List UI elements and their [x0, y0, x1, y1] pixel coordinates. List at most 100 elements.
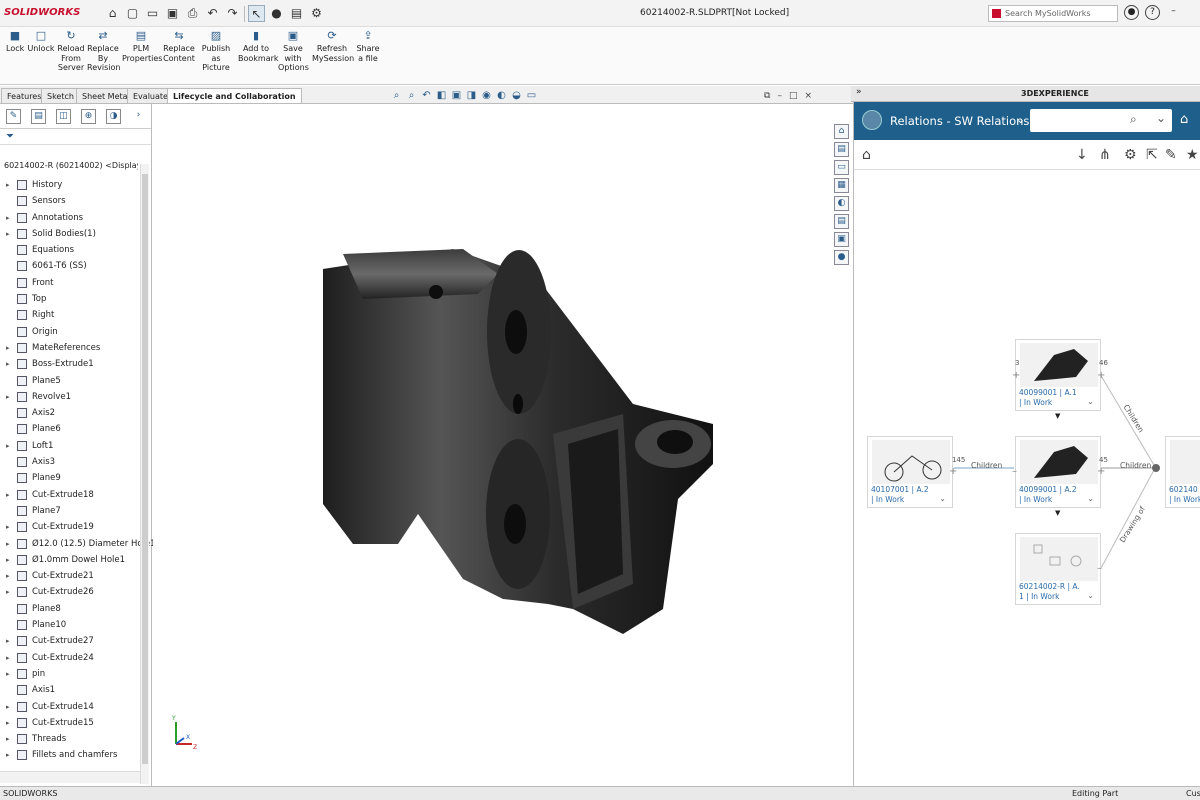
share-a-file-button[interactable]: ⇪ Share a file — [355, 30, 381, 63]
tree-item[interactable]: ▸ Solid Bodies(1) — [0, 226, 140, 242]
tree-item[interactable]: ▸ Annotations — [0, 210, 140, 226]
maximize-icon[interactable]: □ — [789, 91, 798, 101]
new-document-icon[interactable]: ▢ — [124, 5, 141, 22]
tree-item[interactable]: Plane8 — [0, 601, 140, 617]
relation-node[interactable]: 40099001 | A.2 | In Work ⌄ — [1015, 436, 1101, 508]
minimize-window-icon[interactable]: – — [777, 91, 782, 101]
node-name[interactable]: 602140 — [1169, 485, 1198, 494]
previous-view-icon[interactable]: ↶ — [420, 90, 433, 102]
user-account-icon[interactable]: ● — [1124, 5, 1139, 20]
expand-arrow-icon[interactable]: ▸ — [6, 210, 10, 226]
tree-item[interactable]: ▸ Threads — [0, 731, 140, 747]
add-to-bookmark-button[interactable]: ▮ Add to Bookmark — [238, 30, 279, 63]
tree-item[interactable]: Origin — [0, 324, 140, 340]
expand-arrow-icon[interactable]: ▸ — [6, 699, 10, 715]
tree-item[interactable]: ▸ Cut-Extrude27 — [0, 633, 140, 649]
undo-icon[interactable]: ↶ — [204, 5, 221, 22]
expand-arrow-icon[interactable]: ▸ — [6, 519, 10, 535]
chevron-down-icon[interactable]: ⌄ — [1087, 397, 1094, 406]
show-more-icon[interactable]: ▼ — [1055, 412, 1060, 420]
settings-gear-icon[interactable]: ⚙ — [1124, 147, 1137, 163]
search-icon[interactable]: ⌕ — [1130, 112, 1137, 127]
node-name[interactable]: 40099001 | A.1 — [1019, 388, 1077, 397]
collapse-panel-icon[interactable]: » — [856, 87, 862, 97]
unlock-button[interactable]: □ Unlock — [27, 30, 55, 54]
more-tabs-icon[interactable]: › — [131, 109, 146, 124]
tree-horizontal-scrollbar[interactable] — [0, 771, 140, 783]
reload-from-server-button[interactable]: ↻ Reload From Server — [57, 30, 85, 73]
expand-arrow-icon[interactable]: ▸ — [6, 584, 10, 600]
close-icon[interactable]: × — [804, 91, 812, 101]
expand-arrow-icon[interactable]: ▸ — [6, 487, 10, 503]
scrollbar-thumb[interactable] — [142, 174, 148, 764]
node-name[interactable]: 60214002-R | A. — [1019, 582, 1080, 591]
dimxpert-tab-icon[interactable]: ⊕ — [81, 108, 96, 124]
expand-children-icon[interactable]: + — [1097, 466, 1105, 477]
tree-item[interactable]: Plane9 — [0, 470, 140, 486]
expand-arrow-icon[interactable]: ▸ — [6, 438, 10, 454]
tree-filter[interactable]: ⏷ — [0, 129, 151, 145]
select-tool-icon[interactable]: ⇱ — [1146, 147, 1158, 163]
view-orientation-icon[interactable]: ▣ — [450, 90, 463, 102]
tree-item[interactable]: ▸ Fillets and chamfers — [0, 747, 140, 763]
tree-item[interactable]: Plane10 — [0, 617, 140, 633]
edit-appearance-icon[interactable]: ◐ — [495, 90, 508, 102]
relations-search-input[interactable]: ⌕ ⌄ — [1030, 109, 1172, 132]
restore-icon[interactable]: ⧉ — [764, 91, 770, 101]
compass-icon[interactable] — [862, 110, 882, 130]
plm-properties-button[interactable]: ▤ PLM Properties — [122, 30, 162, 63]
tree-item[interactable]: Equations — [0, 242, 140, 258]
tree-item[interactable]: Front — [0, 275, 140, 291]
custom-properties-icon[interactable]: ▤ — [834, 214, 849, 229]
tree-item[interactable]: ▸ Revolve1 — [0, 389, 140, 405]
configuration-manager-tab-icon[interactable]: ◫ — [56, 108, 71, 124]
tree-item[interactable]: ▸ Cut-Extrude14 — [0, 699, 140, 715]
tree-item[interactable]: ▸ pin — [0, 666, 140, 682]
hide-show-icon[interactable]: ◉ — [480, 90, 493, 102]
tree-item[interactable]: Axis1 — [0, 682, 140, 698]
save-with-options-button[interactable]: ▣ Save with Options — [278, 30, 309, 73]
tree-item[interactable]: Plane6 — [0, 421, 140, 437]
expand-arrow-icon[interactable]: ▸ — [6, 747, 10, 763]
traffic-light-icon[interactable]: ● — [268, 5, 285, 22]
tree-item[interactable]: ▸ Cut-Extrude24 — [0, 650, 140, 666]
tree-item[interactable]: ▸ Cut-Extrude21 — [0, 568, 140, 584]
tree-item[interactable]: Axis3 — [0, 454, 140, 470]
part-root-node[interactable]: 60214002-R (60214002) <Display St... — [4, 161, 138, 170]
tree-item[interactable]: ▸ Cut-Extrude18 — [0, 487, 140, 503]
replace-content-button[interactable]: ⇆ Replace Content — [162, 30, 196, 63]
expand-arrow-icon[interactable]: ▸ — [6, 633, 10, 649]
tree-item[interactable]: Sensors — [0, 193, 140, 209]
expand-arrow-icon[interactable]: ▸ — [6, 356, 10, 372]
status-custom[interactable]: Cus — [1186, 789, 1200, 798]
solidworks-resources-icon[interactable]: ▣ — [834, 232, 849, 247]
expand-arrow-icon[interactable]: ▸ — [6, 666, 10, 682]
tree-item[interactable]: ▸ MateReferences — [0, 340, 140, 356]
chevron-down-icon[interactable]: ⌄ — [939, 494, 946, 503]
relation-node[interactable]: 60214002-R | A. 1 | In Work ⌄ — [1015, 533, 1101, 605]
zoom-to-fit-icon[interactable]: ⌕ — [390, 90, 403, 102]
home-icon[interactable]: ⌂ — [862, 147, 871, 163]
expand-arrow-icon[interactable]: ▸ — [6, 340, 10, 356]
tree-item[interactable]: Plane5 — [0, 373, 140, 389]
tree-item[interactable]: Plane7 — [0, 503, 140, 519]
tree-item[interactable]: 6061-T6 (SS) — [0, 258, 140, 274]
relation-node[interactable]: 40099001 | A.1 | In Work ⌄ — [1015, 339, 1101, 411]
rebuild-icon[interactable]: ▤ — [288, 5, 305, 22]
tree-vertical-scrollbar[interactable] — [140, 164, 149, 784]
property-manager-tab-icon[interactable]: ▤ — [31, 108, 46, 124]
expand-arrow-icon[interactable]: ▸ — [6, 568, 10, 584]
tree-item[interactable]: Top — [0, 291, 140, 307]
tree-item[interactable]: ▸ Ø12.0 (12.5) Diameter Hole1 — [0, 536, 156, 552]
redo-icon[interactable]: ↷ — [224, 5, 241, 22]
replace-by-revision-button[interactable]: ⇄ Replace By Revision — [87, 30, 120, 73]
display-style-icon[interactable]: ◨ — [465, 90, 478, 102]
help-icon[interactable]: ? — [1145, 5, 1160, 20]
edit-pencil-icon[interactable]: ✎ — [1165, 147, 1177, 163]
section-view-icon[interactable]: ◧ — [435, 90, 448, 102]
node-name[interactable]: 40099001 | A.2 — [1019, 485, 1077, 494]
graphics-area[interactable] — [153, 104, 833, 786]
save-icon[interactable]: ▣ — [164, 5, 181, 22]
tree-item[interactable]: ▸ Ø1.0mm Dowel Hole1 — [0, 552, 140, 568]
expand-arrow-icon[interactable]: ▸ — [6, 226, 10, 242]
